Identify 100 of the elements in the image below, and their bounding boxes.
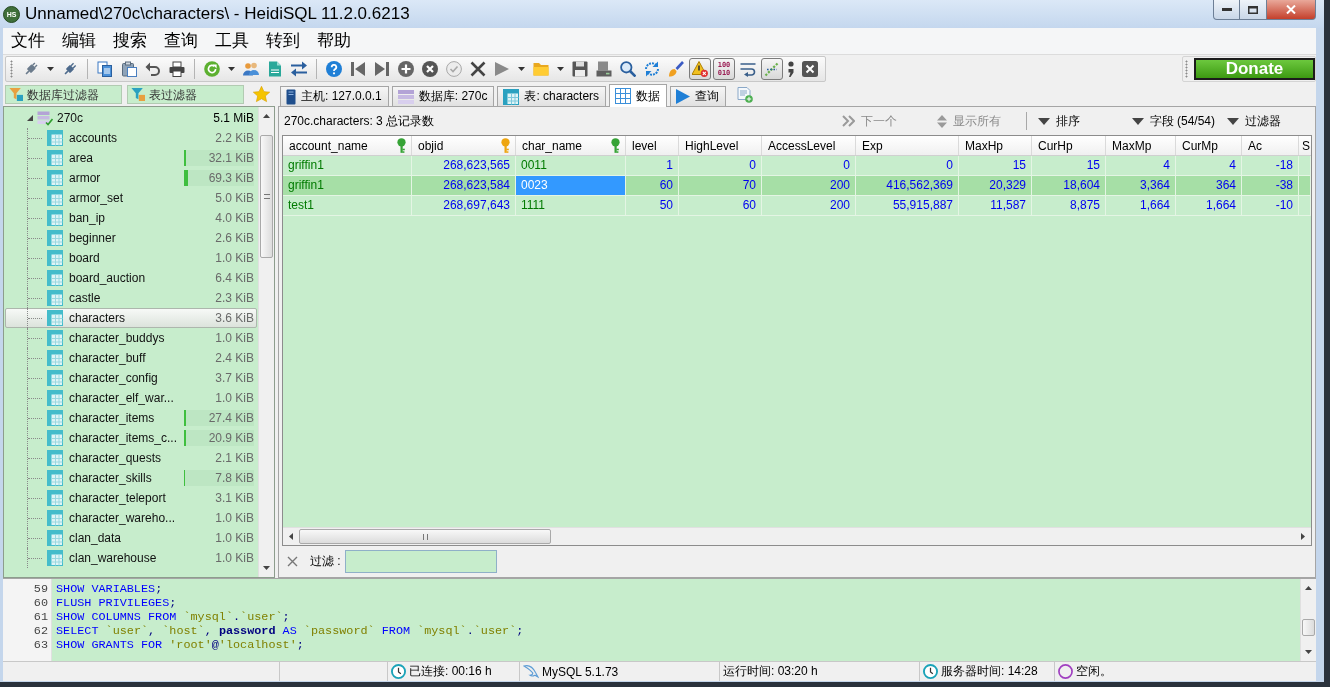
x-circle-icon[interactable] [422, 61, 438, 77]
drive-icon[interactable] [596, 61, 612, 77]
caret-icon[interactable] [557, 67, 564, 71]
tree-item[interactable]: character_elf_war... 1.0 KiB [5, 388, 257, 408]
tree-item[interactable]: area 32.1 KiB [5, 148, 257, 168]
refresh-icon[interactable] [204, 61, 220, 77]
database-filter-field[interactable]: 数据库过滤器 [5, 85, 122, 104]
column-header[interactable]: Ac [1242, 136, 1299, 155]
semicolon-icon[interactable] [788, 61, 794, 77]
maximize-button[interactable] [1240, 0, 1267, 20]
column-header[interactable]: Exp [856, 136, 959, 155]
skip-last-icon[interactable] [374, 61, 390, 77]
clipboard-icon[interactable] [121, 61, 137, 77]
menu-item[interactable]: 编辑 [54, 29, 104, 53]
document-icon[interactable] [267, 61, 283, 77]
plug-icon[interactable] [23, 61, 39, 77]
close-box-icon[interactable] [802, 61, 818, 77]
tree-item[interactable]: character_buff 2.4 KiB [5, 348, 257, 368]
printer-icon[interactable] [169, 61, 185, 77]
tree-item[interactable]: board 1.0 KiB [5, 248, 257, 268]
tree-item[interactable]: armor 69.3 KiB [5, 168, 257, 188]
tab[interactable]: 数据库: 270c [391, 86, 495, 106]
down-arrow-icon[interactable] [263, 566, 270, 570]
close-button[interactable] [1267, 0, 1316, 20]
x-icon[interactable] [470, 61, 486, 77]
sync-icon[interactable] [644, 61, 660, 77]
table-row[interactable]: test1 268,697,643 1111 50 60 200 55,915,887 11,587 8,875 1,664 1,664 -10 [283, 196, 1311, 216]
column-header[interactable]: char_name [516, 136, 626, 155]
right-arrow-icon[interactable] [1301, 533, 1305, 540]
tree-item[interactable]: 270c 5.1 MiB [5, 108, 257, 128]
search-icon[interactable] [620, 61, 636, 77]
tree-item[interactable]: character_config 3.7 KiB [5, 368, 257, 388]
menu-item[interactable]: 搜索 [105, 29, 155, 53]
add-document-icon[interactable] [737, 86, 754, 103]
menu-item[interactable]: 帮助 [309, 29, 359, 53]
tree-item[interactable]: character_wareho... 1.0 KiB [5, 508, 257, 528]
action-button[interactable]: 过滤器 [1224, 111, 1284, 131]
menu-item[interactable]: 查询 [156, 29, 206, 53]
tree-item[interactable]: clan_warehouse 1.0 KiB [5, 548, 257, 568]
down-arrow-icon[interactable] [1305, 650, 1312, 654]
users-icon[interactable] [243, 61, 259, 77]
expander-icon[interactable] [27, 115, 33, 121]
column-header[interactable]: objid [412, 136, 516, 155]
tree-item[interactable]: board_auction 6.4 KiB [5, 268, 257, 288]
skip-first-icon[interactable] [350, 61, 366, 77]
copy-icon[interactable] [97, 61, 113, 77]
close-icon[interactable] [287, 556, 298, 567]
tree-item[interactable]: character_teleport 3.1 KiB [5, 488, 257, 508]
toggle-button[interactable] [689, 58, 711, 80]
scrollbar-thumb[interactable] [299, 529, 551, 544]
grip-handle[interactable] [1185, 60, 1188, 78]
undo-icon[interactable] [145, 61, 161, 77]
table-row[interactable]: griffin1 268,623,584 0023 60 70 200 416,562,369 20,329 18,604 3,364 364 -38 [283, 176, 1311, 196]
tab[interactable]: 表: characters [497, 86, 607, 106]
up-arrow-icon[interactable] [263, 114, 270, 118]
swap-arrows-icon[interactable] [291, 61, 307, 77]
column-header[interactable]: MaxHp [959, 136, 1032, 155]
column-header[interactable]: CurHp [1032, 136, 1106, 155]
plus-circle-icon[interactable] [398, 61, 414, 77]
tree-item[interactable]: ban_ip 4.0 KiB [5, 208, 257, 228]
toggle-button[interactable] [761, 58, 783, 80]
menu-item[interactable]: 转到 [258, 29, 308, 53]
column-header[interactable]: CurMp [1176, 136, 1242, 155]
table-filter-field[interactable]: 表过滤器 [127, 85, 244, 104]
column-header[interactable]: level [626, 136, 679, 155]
question-mark-icon[interactable] [326, 61, 342, 77]
plug-icon[interactable] [62, 61, 78, 77]
up-arrow-icon[interactable] [1305, 586, 1312, 590]
left-arrow-icon[interactable] [289, 533, 293, 540]
column-header[interactable]: account_name [283, 136, 412, 155]
tree-item[interactable]: beginner 2.6 KiB [5, 228, 257, 248]
menu-item[interactable]: 工具 [207, 29, 257, 53]
action-button[interactable]: 字段 (54/54) [1128, 111, 1218, 131]
tab[interactable]: 数据 [609, 84, 668, 107]
tree-item[interactable]: accounts 2.2 KiB [5, 128, 257, 148]
check-circle-icon[interactable] [446, 61, 462, 77]
tree-item[interactable]: armor_set 5.0 KiB [5, 188, 257, 208]
tree-item[interactable]: character_skills 7.8 KiB [5, 468, 257, 488]
column-header[interactable]: AccessLevel [762, 136, 856, 155]
tree-item[interactable]: character_items 27.4 KiB [5, 408, 257, 428]
tree-item[interactable]: character_buddys 1.0 KiB [5, 328, 257, 348]
tree-item[interactable]: characters 3.6 KiB [5, 308, 257, 328]
scrollbar-thumb[interactable] [260, 135, 273, 258]
tab[interactable]: 主机: 127.0.0.1 [280, 86, 389, 106]
menu-item[interactable]: 文件 [3, 29, 53, 53]
star-icon[interactable] [253, 86, 270, 103]
tree-item[interactable]: clan_data 1.0 KiB [5, 528, 257, 548]
filter-input[interactable] [344, 550, 497, 573]
minimize-button[interactable] [1213, 0, 1240, 20]
brush-icon[interactable] [668, 61, 684, 77]
tree-item[interactable]: character_items_c... 20.9 KiB [5, 428, 257, 448]
tab[interactable]: 查询 [670, 86, 727, 106]
column-header[interactable]: MaxMp [1106, 136, 1176, 155]
column-header[interactable]: HighLevel [679, 136, 762, 155]
action-button[interactable]: 排序 [1034, 111, 1083, 131]
caret-icon[interactable] [228, 67, 235, 71]
tree-item[interactable]: character_quests 2.1 KiB [5, 448, 257, 468]
grip-handle[interactable] [10, 60, 13, 78]
play-icon[interactable] [494, 61, 510, 77]
scrollbar-thumb[interactable] [1302, 619, 1315, 636]
